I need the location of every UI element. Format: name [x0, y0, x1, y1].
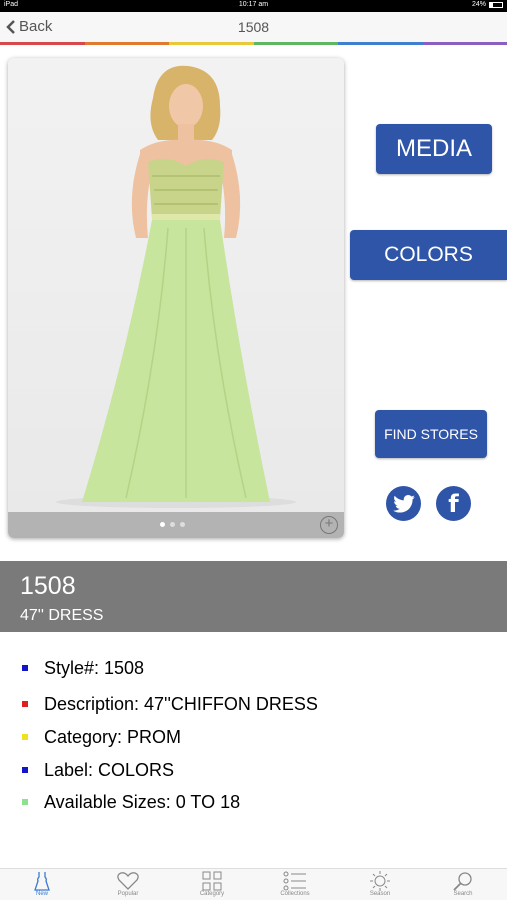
color-strip: [0, 42, 507, 45]
color-strip-segment: [169, 42, 254, 45]
twitter-share-button[interactable]: [386, 486, 421, 521]
page-indicator[interactable]: [160, 522, 185, 527]
detail-text: Category: PROM: [44, 726, 182, 747]
page-dot[interactable]: [160, 522, 165, 527]
bullet-icon: [22, 734, 28, 740]
heart-icon: [117, 872, 139, 890]
twitter-icon: [393, 495, 415, 513]
zoom-button[interactable]: +: [320, 516, 338, 534]
navigation-bar: Back 1508: [0, 12, 507, 42]
color-strip-segment: [422, 42, 507, 45]
detail-style-number: Style#: 1508: [22, 655, 144, 681]
product-gallery[interactable]: +: [8, 58, 344, 538]
detail-text: Description: 47''CHIFFON DRESS: [44, 693, 318, 714]
tab-label: New: [35, 891, 48, 897]
bullet-icon: [22, 701, 28, 707]
find-stores-button[interactable]: FIND STORES: [375, 410, 487, 458]
tab-search[interactable]: Search: [433, 870, 493, 897]
tab-category[interactable]: Category: [182, 870, 242, 897]
list-icon: [283, 871, 306, 891]
tab-collections[interactable]: Collections: [265, 870, 325, 897]
bullet-icon: [22, 665, 28, 671]
facebook-share-button[interactable]: f: [436, 486, 471, 521]
style-subtitle: 47'' DRESS: [20, 607, 104, 624]
status-bar: iPad 10:17 am 24%: [0, 0, 507, 12]
tab-popular[interactable]: Popular: [98, 870, 158, 897]
tab-bar: New Popular Category Collections Season …: [0, 868, 507, 900]
grid-icon: [202, 871, 222, 891]
page-dot[interactable]: [180, 522, 185, 527]
colors-button[interactable]: COLORS: [350, 230, 507, 280]
detail-label: Label: COLORS: [22, 757, 174, 783]
color-strip-segment: [84, 42, 169, 45]
style-number: 1508: [20, 572, 76, 600]
detail-category: Category: PROM: [22, 724, 181, 750]
color-strip-segment: [0, 42, 85, 45]
tab-season[interactable]: Season: [350, 870, 410, 897]
media-button[interactable]: MEDIA: [376, 124, 492, 174]
gallery-footer: +: [8, 512, 344, 538]
tab-new[interactable]: New: [12, 870, 72, 897]
page-dot[interactable]: [170, 522, 175, 527]
product-photo[interactable]: [8, 58, 344, 512]
tab-label: Popular: [117, 891, 139, 897]
bullet-icon: [22, 799, 28, 805]
dress-icon: [34, 872, 50, 891]
color-strip-segment: [338, 42, 423, 45]
battery-status: 24%: [472, 1, 503, 8]
sun-icon: [370, 871, 390, 891]
tab-label: Collections: [280, 891, 310, 897]
detail-available-sizes: Available Sizes: 0 TO 18: [22, 789, 240, 815]
facebook-icon: f: [448, 490, 459, 518]
tab-label: Season: [369, 891, 391, 897]
detail-text: Available Sizes: 0 TO 18: [44, 791, 241, 812]
tab-label: Search: [453, 891, 473, 897]
tab-label: Category: [199, 891, 225, 897]
detail-text: Label: COLORS: [44, 759, 175, 780]
battery-percent: 24%: [471, 1, 486, 8]
battery-icon: [489, 1, 503, 8]
color-strip-segment: [253, 42, 338, 45]
status-time: 10:17 am: [238, 1, 269, 8]
product-header: 1508 47'' DRESS: [0, 561, 507, 632]
search-icon: [453, 872, 472, 891]
page-title: 1508: [237, 19, 270, 35]
bullet-icon: [22, 767, 28, 773]
detail-text: Style#: 1508: [44, 657, 145, 678]
dress-model-image: [56, 65, 296, 508]
detail-description: Description: 47''CHIFFON DRESS: [22, 691, 318, 717]
